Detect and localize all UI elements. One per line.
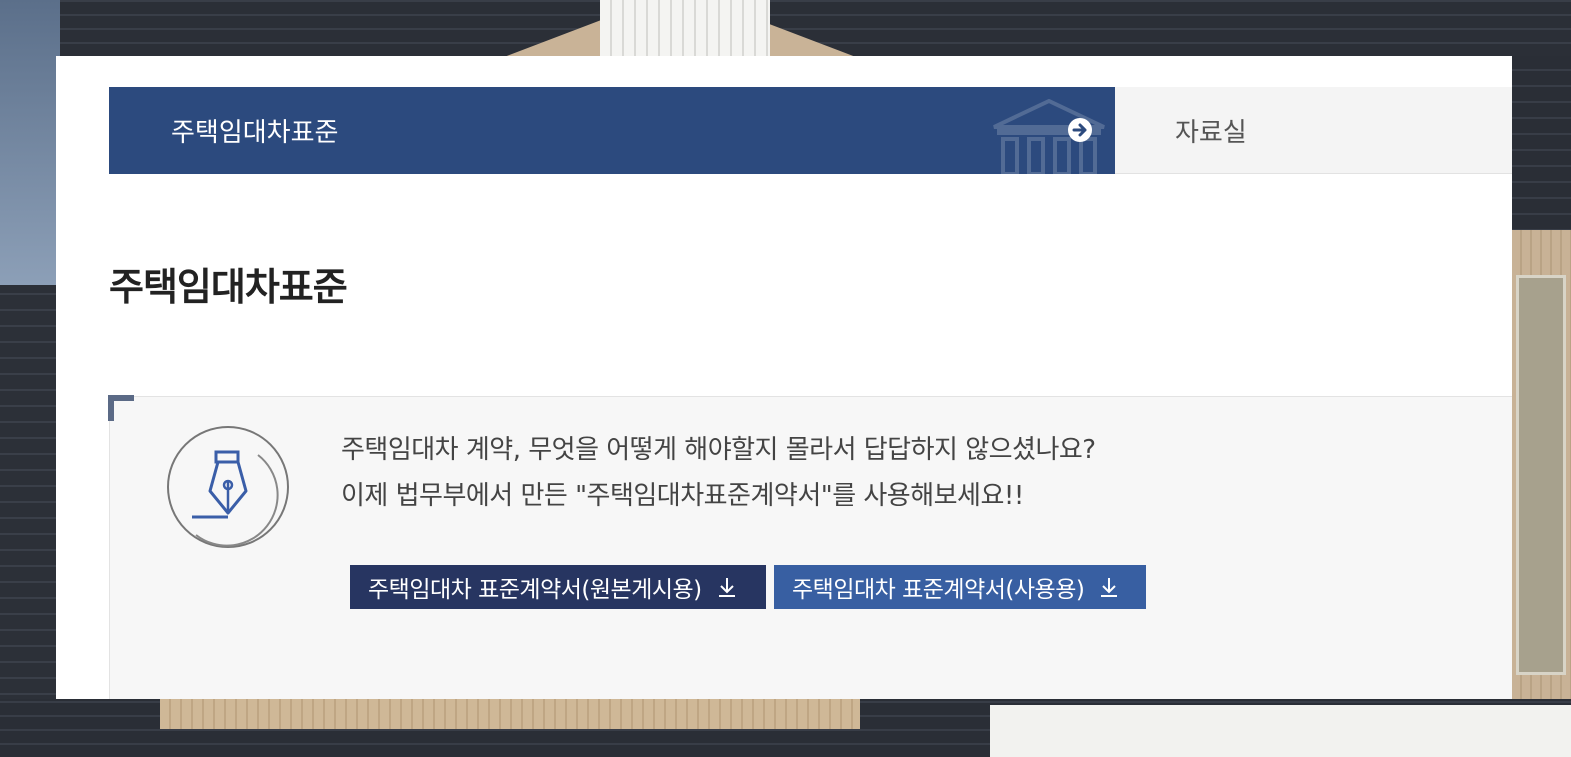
download-usage-button[interactable]: 주택임대차 표준계약서(사용용)	[774, 565, 1146, 609]
download-icon	[718, 578, 735, 597]
info-message: 주택임대차 계약, 무엇을 어떻게 해야할지 몰라서 답답하지 않으셨나요? 이…	[341, 427, 1096, 519]
background-trim-bottom	[990, 705, 1571, 757]
background-gable-trim	[600, 0, 770, 56]
download-original-button[interactable]: 주택임대차 표준계약서(원본게시용)	[350, 565, 766, 609]
tab-label: 주택임대차표준	[171, 118, 339, 148]
arrow-right-circle-icon	[1068, 118, 1092, 142]
fountain-pen-icon	[167, 426, 289, 548]
download-buttons: 주택임대차 표준계약서(원본게시용) 주택임대차 표준계약서(사용용)	[350, 565, 1146, 609]
info-line-2: 이제 법무부에서 만든 "주택임대차표준계약서"를 사용해보세요!!	[341, 481, 1024, 511]
tab-housing-lease-standard[interactable]: 주택임대차표준	[109, 87, 1115, 174]
background-shutter	[1516, 275, 1566, 675]
tab-archive[interactable]: 자료실	[1115, 87, 1512, 174]
background-wall-bottom	[160, 699, 860, 729]
tab-bar: 주택임대차표준 자료실	[109, 87, 1512, 174]
button-label: 주택임대차 표준계약서(사용용)	[792, 577, 1085, 603]
content-panel: 주택임대차표준 자료실 주택임대차표준 주택임대차 계약, 무엇을 어떻게 해야…	[56, 56, 1512, 699]
button-label: 주택임대차 표준계약서(원본게시용)	[368, 577, 702, 603]
info-line-1: 주택임대차 계약, 무엇을 어떻게 해야할지 몰라서 답답하지 않으셨나요?	[341, 435, 1096, 465]
page-title: 주택임대차표준	[109, 265, 348, 309]
corner-decoration	[108, 395, 134, 421]
background-sky	[0, 0, 60, 290]
info-box: 주택임대차 계약, 무엇을 어떻게 해야할지 몰라서 답답하지 않으셨나요? 이…	[108, 395, 1512, 699]
tab-label: 자료실	[1175, 117, 1247, 148]
download-icon	[1101, 578, 1118, 597]
